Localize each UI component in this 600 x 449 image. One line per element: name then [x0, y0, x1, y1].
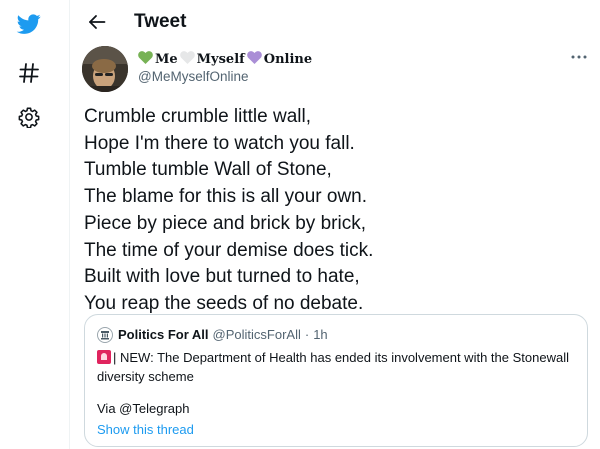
left-nav [0, 0, 58, 449]
author-name-part: Online [263, 51, 313, 67]
quoted-author-name: Politics For All [118, 327, 209, 342]
back-button[interactable] [82, 7, 112, 37]
author-name-part: Myself [196, 51, 245, 67]
tweet-line: Built with love but turned to hate, [84, 266, 360, 288]
tweet-line: Tumble tumble Wall of Stone, [84, 159, 332, 181]
quoted-header: Politics For All @PoliticsForAll · 1h [118, 327, 328, 342]
author-name-part: Me [155, 51, 178, 67]
hashtag-icon [19, 63, 39, 83]
quoted-author-handle: @PoliticsForAll [212, 327, 301, 342]
quoted-via: Via @Telegraph [97, 401, 190, 416]
tweet-text: Crumble crumble little wall, Hope I'm th… [84, 104, 584, 318]
settings-button[interactable] [9, 97, 49, 137]
tweet-line: Piece by piece and brick by brick, [84, 212, 366, 234]
avatar[interactable] [82, 46, 128, 92]
profile-photo [82, 46, 128, 92]
twitter-bird-icon [16, 14, 41, 34]
twitter-home-button[interactable] [9, 4, 49, 44]
tweet-line: Crumble crumble little wall, [84, 106, 312, 127]
tweet-column: Tweet Me Myself Online @MeMyselfOnline C… [69, 0, 600, 449]
quoted-text: | NEW: The Department of Health has ende… [97, 348, 577, 386]
tweet-line: Hope I'm there to watch you fall. [84, 132, 355, 154]
quoted-timestamp: 1h [313, 327, 328, 342]
more-options-button[interactable] [566, 48, 592, 66]
quoted-text-body: | NEW: The Department of Health has ende… [97, 350, 569, 384]
author-handle[interactable]: @MeMyselfOnline [138, 69, 249, 84]
quoted-tweet[interactable]: Politics For All @PoliticsForAll · 1h | … [84, 314, 588, 447]
page-title: Tweet [134, 11, 187, 32]
author-name[interactable]: Me Myself Online [138, 51, 312, 67]
arrow-left-icon [89, 15, 106, 29]
green-heart-icon [138, 51, 153, 67]
show-thread-link[interactable]: Show this thread [97, 422, 194, 437]
gear-icon [18, 107, 40, 128]
page-header: Tweet [70, 0, 600, 44]
politics-for-all-logo-icon [101, 331, 109, 340]
quoted-avatar [97, 327, 113, 343]
purple-heart-icon [246, 51, 262, 67]
tweet-line: The time of your demise does tick. [84, 239, 374, 261]
quoted-separator: · [304, 327, 310, 342]
tweet-line: The blame for this is all your own. [84, 186, 368, 208]
heart-shape [138, 51, 153, 64]
siren-icon [97, 350, 111, 364]
explore-button[interactable] [9, 53, 49, 93]
more-dots-icon [571, 55, 587, 59]
white-heart-icon [179, 51, 195, 67]
